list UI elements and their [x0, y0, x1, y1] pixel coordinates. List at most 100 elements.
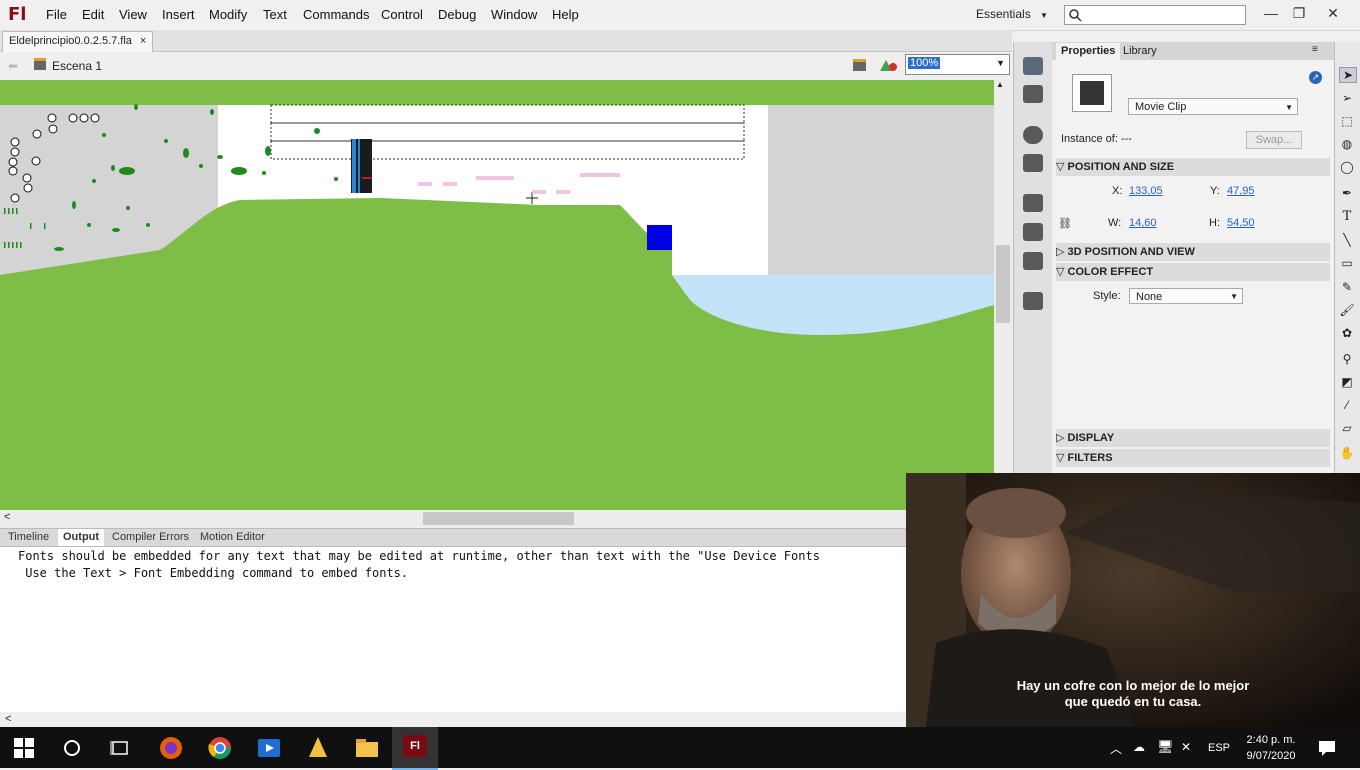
notifications-icon[interactable] [1318, 739, 1336, 757]
menu-edit[interactable]: Edit [82, 7, 104, 22]
section-position-size[interactable]: ▽ POSITION AND SIZE [1056, 158, 1330, 176]
transform-icon[interactable] [1023, 154, 1043, 172]
menu-control[interactable]: Control [381, 7, 423, 22]
scroll-left-icon[interactable]: < [5, 713, 11, 725]
edit-symbols-icon[interactable] [878, 57, 900, 73]
zoom-value: 100% [908, 57, 941, 69]
menu-text[interactable]: Text [263, 7, 287, 22]
scroll-up-icon[interactable]: ▲ [996, 80, 1004, 89]
project-icon[interactable] [1023, 292, 1043, 310]
tab-library[interactable]: Library [1118, 43, 1162, 60]
output-horizontal-scrollbar[interactable]: < [0, 712, 906, 727]
volume-muted-icon[interactable]: ✕ [1181, 740, 1191, 754]
line-tool-icon[interactable]: ╲ [1339, 233, 1355, 247]
eyedropper-tool-icon[interactable]: ⁄ [1339, 398, 1355, 412]
video-player-icon[interactable] [256, 735, 282, 761]
task-view-icon[interactable] [110, 738, 130, 758]
expand-triangle-icon: ▽ [1056, 161, 1065, 173]
deco-tool-icon[interactable]: ✿ [1339, 326, 1355, 340]
pen-tool-icon[interactable]: ✒ [1339, 186, 1355, 200]
search-icon[interactable] [62, 738, 82, 758]
section-label: 3D POSITION AND VIEW [1067, 246, 1195, 258]
network-icon[interactable]: 🖥 [1157, 739, 1174, 755]
info-icon[interactable] [1023, 126, 1043, 144]
clock[interactable]: 2:40 p. m. 9/07/2020 [1240, 732, 1302, 764]
stage-vertical-scrollbar[interactable]: ▲ [994, 80, 1012, 510]
brush-tool-icon[interactable]: 🖌 [1339, 303, 1355, 317]
menu-debug[interactable]: Debug [438, 7, 476, 22]
close-tab-icon[interactable]: × [140, 35, 146, 47]
stage-horizontal-scrollbar[interactable]: < [0, 510, 1012, 527]
hand-tool-icon[interactable]: ✋ [1339, 446, 1355, 460]
color-style-select[interactable]: None ▼ [1129, 288, 1243, 304]
3d-rotation-tool-icon[interactable]: ◍ [1339, 137, 1355, 151]
edit-scene-icon[interactable] [852, 57, 870, 73]
x-value[interactable]: 133,05 [1129, 185, 1163, 197]
tab-compiler-errors[interactable]: Compiler Errors [107, 529, 194, 546]
horizontal-scroll-thumb[interactable] [423, 512, 574, 525]
document-tab[interactable]: Eldelprincipio0.0.2.5.7.fla × [2, 31, 154, 52]
paint-bucket-tool-icon[interactable]: ◩ [1339, 375, 1355, 389]
minimize-button[interactable]: — [1256, 2, 1286, 24]
section-filters[interactable]: ▽ FILTERS [1056, 449, 1330, 467]
menu-modify[interactable]: Modify [209, 7, 247, 22]
menu-insert[interactable]: Insert [162, 7, 195, 22]
app-icon[interactable] [305, 735, 331, 761]
panel-menu-icon[interactable]: ≡ [1312, 44, 1318, 55]
w-value[interactable]: 14,60 [1129, 217, 1157, 229]
selection-tool-icon[interactable]: ➤ [1339, 67, 1357, 83]
menu-window[interactable]: Window [491, 7, 537, 22]
subselection-tool-icon[interactable]: ➢ [1339, 91, 1355, 105]
tab-timeline[interactable]: Timeline [3, 529, 54, 546]
lasso-tool-icon[interactable]: ◯ [1339, 160, 1355, 174]
motion-presets-icon[interactable] [1023, 252, 1043, 270]
menu-file[interactable]: File [46, 7, 67, 22]
menu-view[interactable]: View [119, 7, 147, 22]
section-3d[interactable]: ▷ 3D POSITION AND VIEW [1056, 243, 1330, 261]
windows-start-icon[interactable] [14, 738, 34, 758]
x-label: X: [1112, 185, 1123, 197]
output-line: Use the Text > Font Embedding command to… [18, 566, 409, 580]
workspace-switcher[interactable]: Essentials ▼ [976, 7, 1048, 21]
show-hidden-icons-icon[interactable]: ︿ [1110, 740, 1122, 757]
section-display[interactable]: ▷ DISPLAY [1056, 429, 1330, 447]
y-value[interactable]: 47,95 [1227, 185, 1255, 197]
chevron-down-icon: ▼ [996, 58, 1005, 68]
close-button[interactable]: ✕ [1318, 2, 1348, 24]
firefox-icon[interactable] [158, 735, 184, 761]
components-icon[interactable] [1023, 223, 1043, 241]
swap-button[interactable]: Swap... [1246, 131, 1302, 149]
swatches-icon[interactable] [1023, 85, 1043, 103]
pencil-tool-icon[interactable]: ✎ [1339, 280, 1355, 294]
language-indicator[interactable]: ESP [1208, 742, 1230, 754]
rectangle-tool-icon[interactable]: ▭ [1339, 256, 1355, 270]
menu-help[interactable]: Help [552, 7, 579, 22]
eraser-tool-icon[interactable]: ▱ [1339, 421, 1355, 435]
chrome-icon[interactable] [207, 735, 233, 761]
flash-taskbar-item[interactable]: Fl [392, 727, 438, 770]
stage[interactable] [0, 80, 994, 510]
edit-instance-icon[interactable]: ↗ [1309, 71, 1322, 84]
file-explorer-icon[interactable] [354, 735, 380, 761]
help-search-input[interactable] [1064, 5, 1246, 25]
tab-motion-editor[interactable]: Motion Editor [195, 529, 270, 546]
vertical-scroll-thumb[interactable] [996, 245, 1010, 323]
restore-button[interactable]: ❐ [1284, 2, 1314, 24]
back-arrow-icon[interactable]: ⬅ [8, 59, 18, 73]
zoom-select[interactable]: 100% ▼ [905, 54, 1010, 75]
symbol-type-select[interactable]: Movie Clip ▼ [1128, 98, 1298, 115]
scroll-left-icon[interactable]: < [4, 511, 10, 523]
actions-icon[interactable] [1023, 194, 1043, 212]
lock-proportions-icon[interactable]: ⛓ [1058, 217, 1072, 230]
menu-commands[interactable]: Commands [303, 7, 369, 22]
tray-app-icon[interactable]: ☁ [1133, 740, 1145, 754]
bone-tool-icon[interactable]: ⚲ [1339, 352, 1355, 366]
h-value[interactable]: 54,50 [1227, 217, 1255, 229]
free-transform-tool-icon[interactable]: ⬚ [1339, 114, 1355, 128]
tab-properties[interactable]: Properties [1056, 43, 1121, 60]
color-panel-icon[interactable] [1023, 57, 1043, 75]
output-line: Fonts should be embedded for any text th… [18, 549, 820, 563]
tab-output[interactable]: Output [58, 529, 105, 546]
section-color-effect[interactable]: ▽ COLOR EFFECT [1056, 263, 1330, 281]
text-tool-icon[interactable]: T [1339, 209, 1355, 224]
